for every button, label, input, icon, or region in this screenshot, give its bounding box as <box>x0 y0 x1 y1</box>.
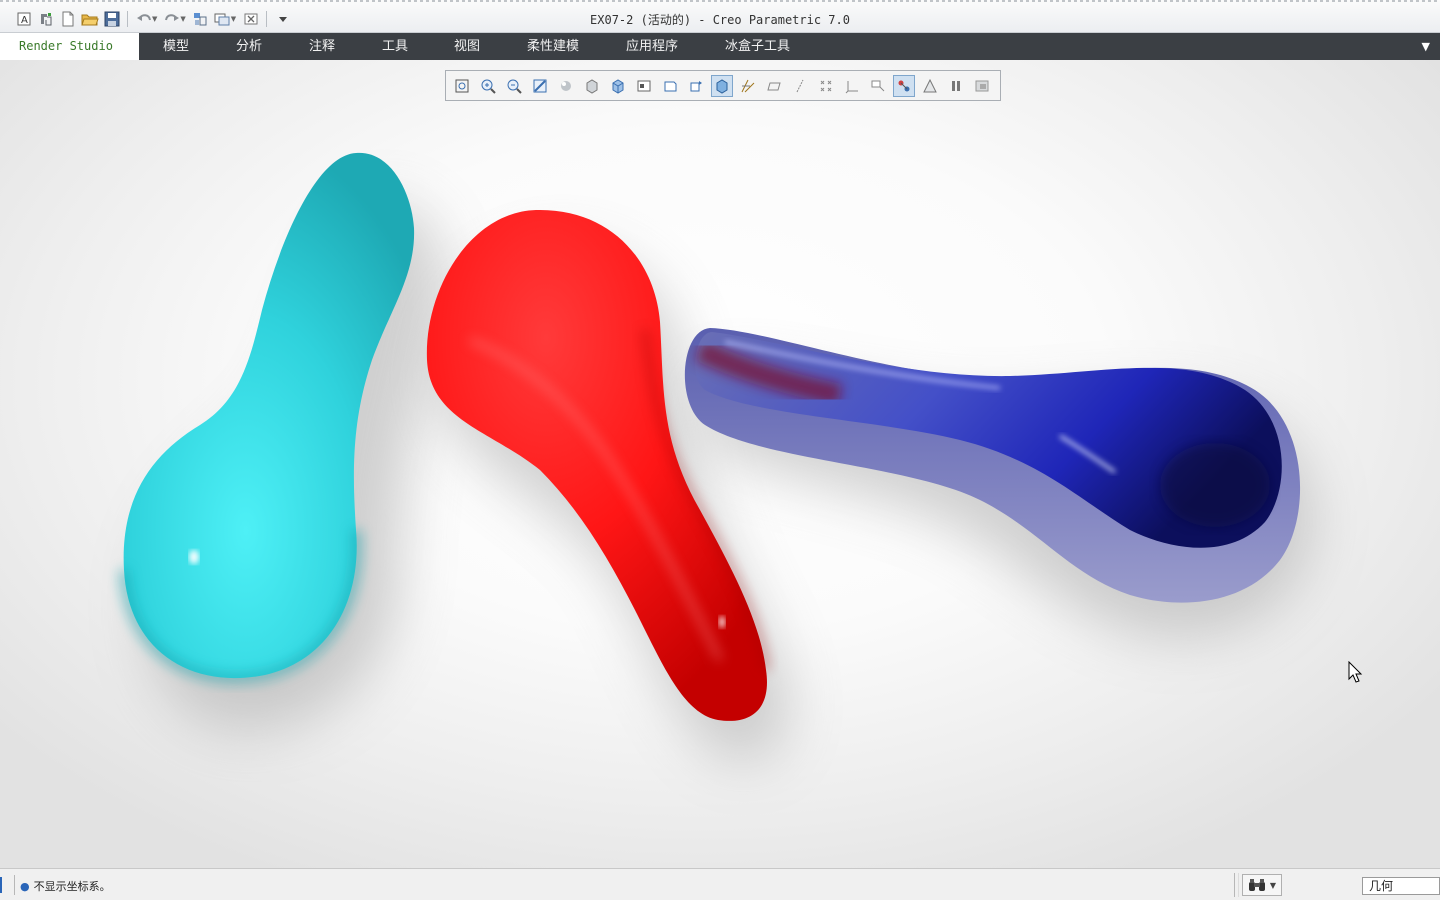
repaint-icon[interactable] <box>529 75 551 97</box>
status-separator <box>1238 873 1239 897</box>
selection-filter[interactable]: 几何 <box>1362 877 1440 895</box>
render-scene <box>119 152 1314 762</box>
message-area: ● 不显示坐标系。 <box>20 878 111 894</box>
tab-annotate[interactable]: 注释 <box>309 33 335 60</box>
zoom-in-icon[interactable] <box>477 75 499 97</box>
tab-applications[interactable]: 应用程序 <box>626 33 678 60</box>
view-manager-icon[interactable] <box>633 75 655 97</box>
spin-center-icon[interactable] <box>685 75 707 97</box>
room-icon[interactable] <box>919 75 941 97</box>
cyan-model-highlight <box>189 550 199 564</box>
status-separator <box>14 875 15 895</box>
display-style-icon[interactable] <box>581 75 603 97</box>
tab-flexible-modeling[interactable]: 柔性建模 <box>527 33 579 60</box>
mouse-cursor-icon <box>1348 661 1364 685</box>
saved-views-icon[interactable] <box>607 75 629 97</box>
zoom-out-icon[interactable] <box>503 75 525 97</box>
graphics-toolbar <box>445 70 1001 101</box>
perspective-icon[interactable] <box>659 75 681 97</box>
binoculars-icon <box>1248 878 1266 892</box>
plane-display-icon[interactable] <box>763 75 785 97</box>
annotation-display-icon[interactable] <box>867 75 889 97</box>
shading-icon[interactable] <box>555 75 577 97</box>
pause-icon[interactable] <box>945 75 967 97</box>
csys-display-icon[interactable] <box>841 75 863 97</box>
blue-model-dark-core <box>1160 443 1270 527</box>
refit-icon[interactable] <box>451 75 473 97</box>
find-dropdown-icon[interactable]: ▼ <box>1270 881 1276 890</box>
tab-icebox-tools[interactable]: 冰盒子工具 <box>725 33 790 60</box>
window-title: EX07-2 (活动的) - Creo Parametric 7.0 <box>590 13 850 27</box>
status-bar: ● 不显示坐标系。 ▼ 几何 <box>0 868 1440 900</box>
axis-display-icon[interactable] <box>789 75 811 97</box>
message-bullet-icon: ● <box>20 880 30 893</box>
datum-display-icon[interactable] <box>737 75 759 97</box>
ribbon-expand-icon[interactable]: ▼ <box>1422 40 1430 53</box>
tab-tools[interactable]: 工具 <box>382 33 408 60</box>
status-indicator <box>0 877 2 893</box>
status-message: 不显示坐标系。 <box>33 880 111 893</box>
title-bar: A ▼ ▼ ▼ EX07-2 (活动的) - Creo Parametric 7… <box>0 0 1440 33</box>
point-display-icon[interactable] <box>815 75 837 97</box>
graphics-window[interactable] <box>0 60 1440 868</box>
render-region-icon[interactable] <box>971 75 993 97</box>
tab-view[interactable]: 视图 <box>454 33 480 60</box>
status-separator <box>1234 873 1235 897</box>
ribbon-tab-bar: Render Studio 模型 分析 注释 工具 视图 柔性建模 应用程序 冰… <box>0 33 1440 61</box>
red-model-highlight <box>719 616 725 628</box>
tab-analysis[interactable]: 分析 <box>236 33 262 60</box>
scene-icon[interactable] <box>893 74 915 97</box>
tab-model[interactable]: 模型 <box>163 33 189 60</box>
find-button[interactable]: ▼ <box>1242 874 1282 896</box>
title-bar-top-edge <box>0 0 1440 2</box>
tab-render-studio[interactable]: Render Studio <box>0 33 139 61</box>
red-model <box>426 209 767 721</box>
render-view-icon[interactable] <box>711 74 733 97</box>
